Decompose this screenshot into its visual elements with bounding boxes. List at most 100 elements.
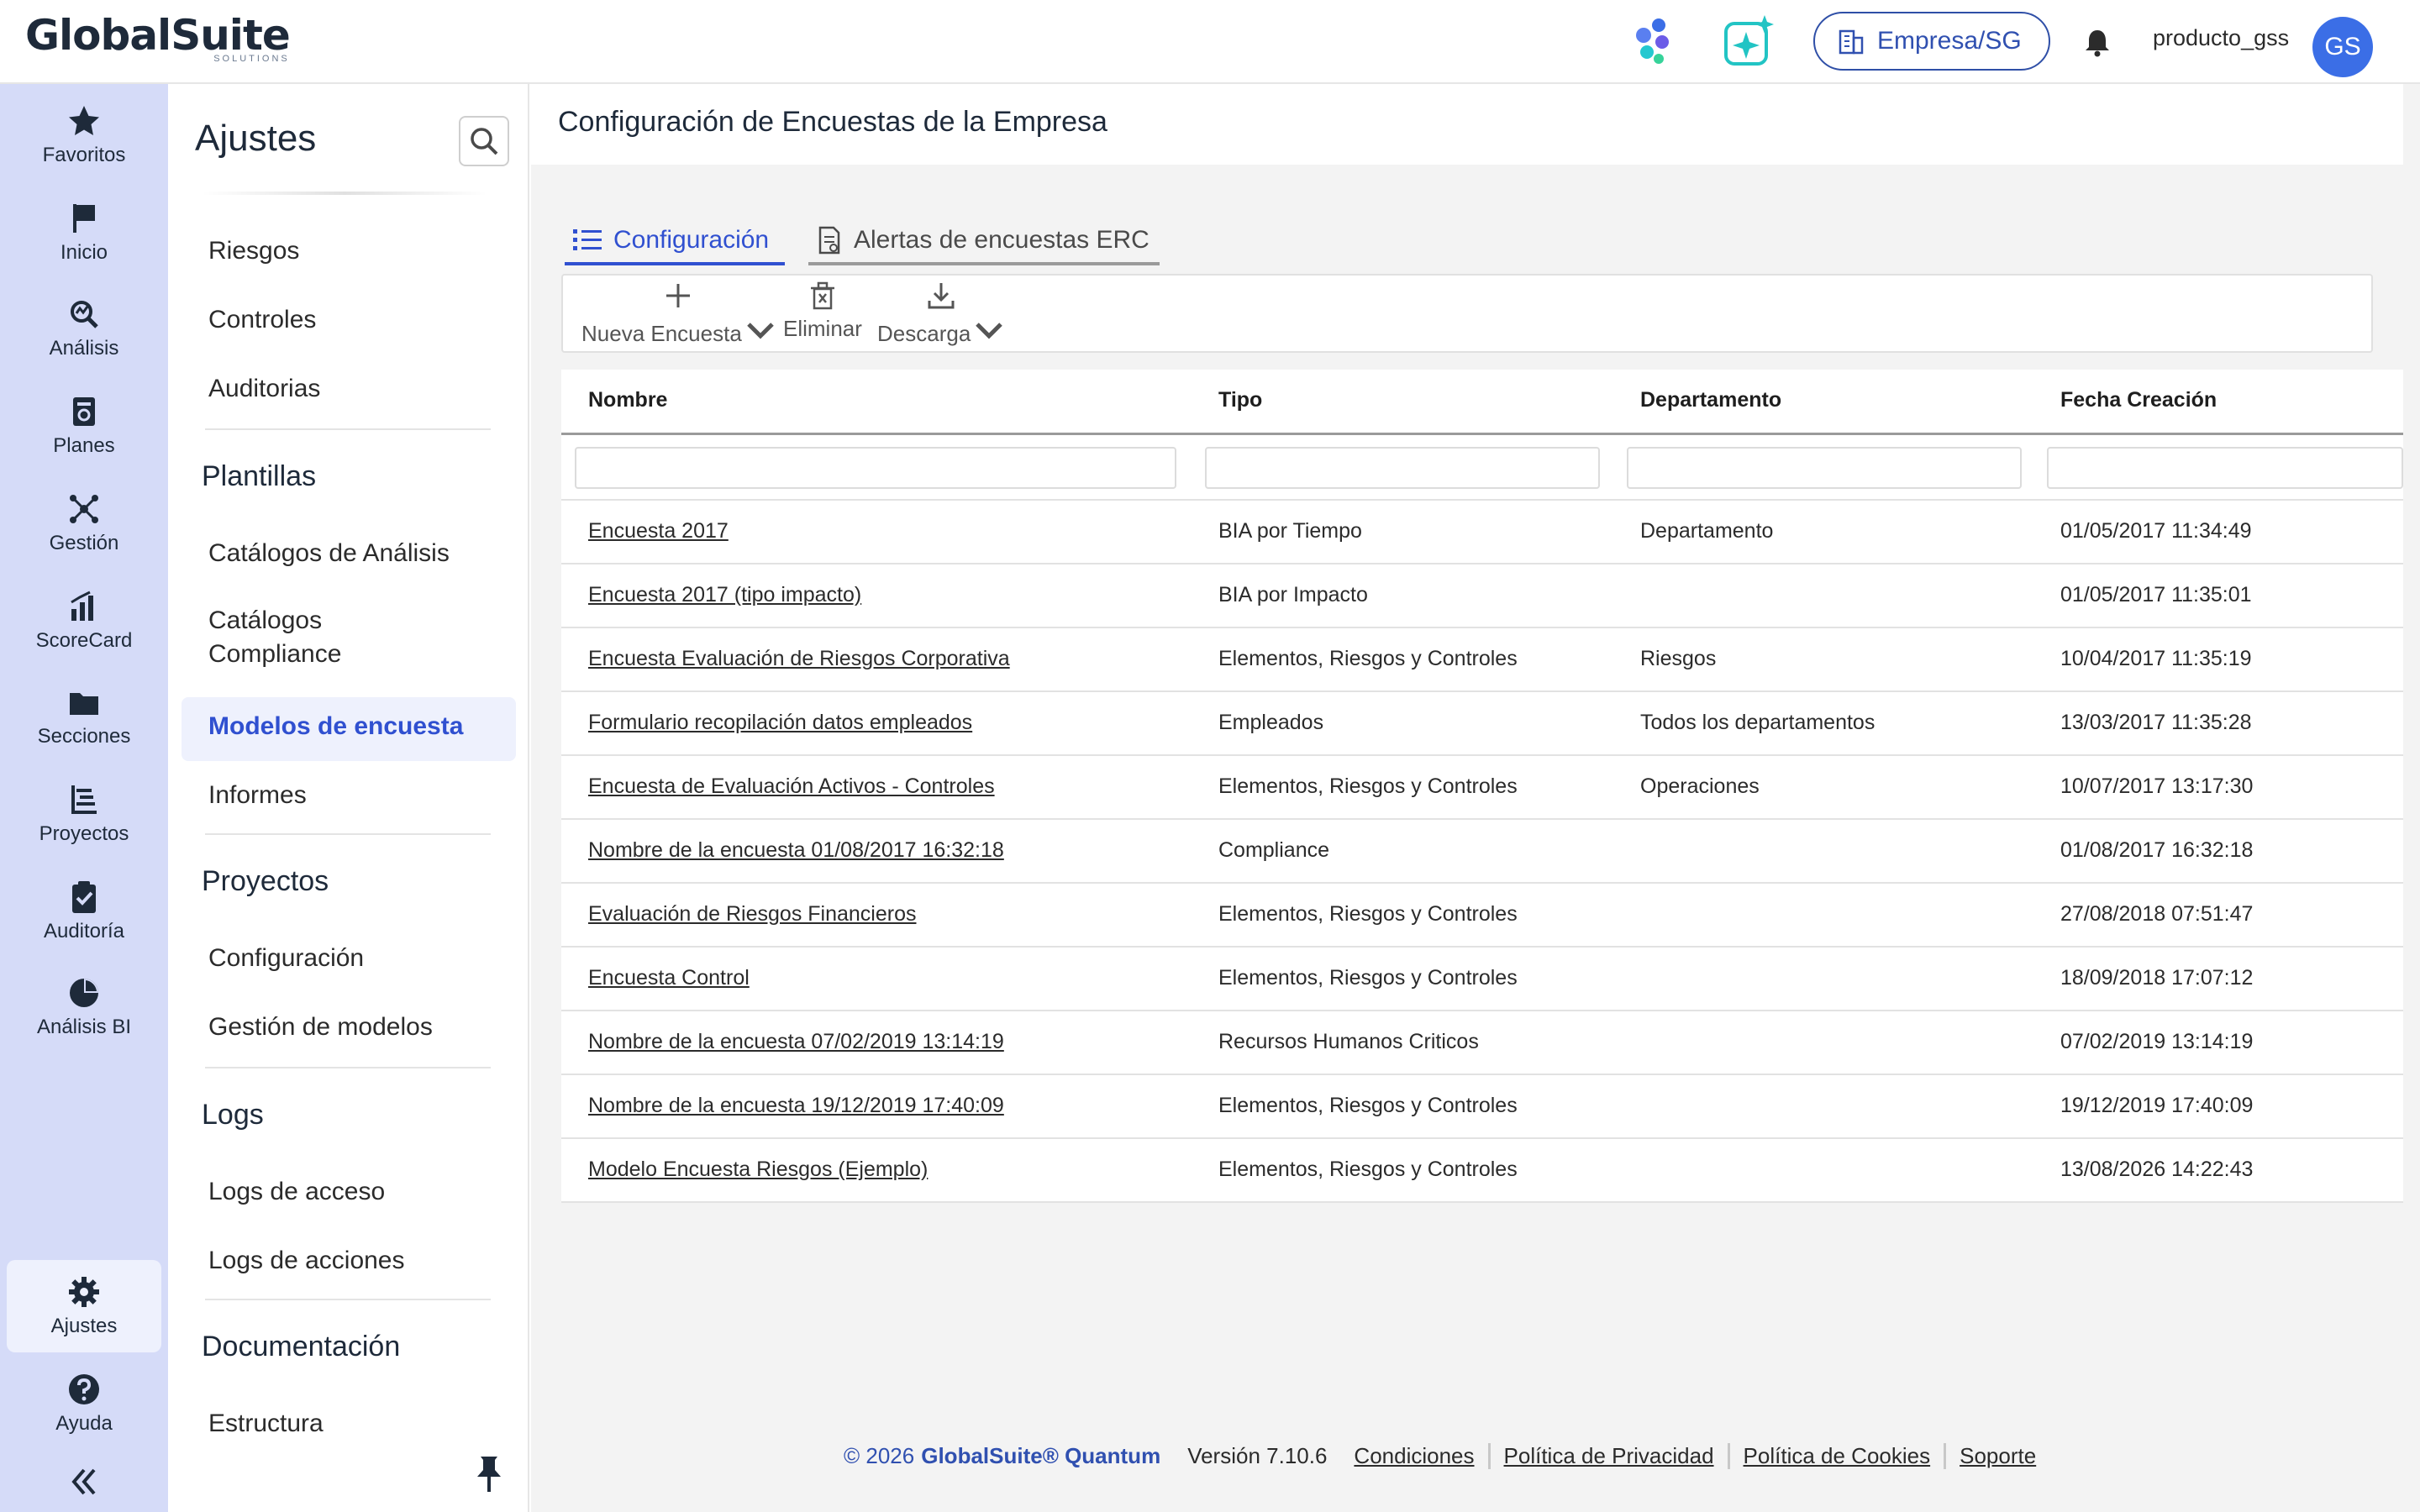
tab-alertas-encuestas[interactable]: Alertas de encuestas ERC <box>808 218 1160 265</box>
bell-icon[interactable] <box>2082 27 2112 57</box>
footer-version: Versión 7.10.6 <box>1187 1443 1328 1468</box>
cell-departamento: Riesgos <box>1640 647 1717 670</box>
table-row[interactable]: Modelo Encuesta Riesgos (Ejemplo) Element… <box>561 1139 2403 1203</box>
collapse-double-chevron-icon[interactable] <box>64 1462 104 1502</box>
cell-fecha: 10/07/2017 13:17:30 <box>2060 774 2254 798</box>
flag-icon <box>73 204 95 233</box>
nav-item-riesgos[interactable]: Riesgos <box>208 237 299 265</box>
gear-icon <box>69 1277 99 1307</box>
survey-name-link[interactable]: Evaluación de Riesgos Financieros <box>588 902 917 927</box>
nav-item-catalogos-compliance[interactable]: Catálogos Compliance <box>208 606 341 669</box>
nav-section-plantillas: Plantillas <box>202 460 317 492</box>
column-header-fecha[interactable]: Fecha Creación <box>2060 388 2217 412</box>
table-row[interactable]: Nombre de la encuesta 19/12/2019 17:40:0… <box>561 1075 2403 1139</box>
rail-item-auditoria[interactable]: Auditoría <box>7 865 161 958</box>
survey-name-link[interactable]: Formulario recopilación datos empleados <box>588 711 972 735</box>
rail-item-gestion[interactable]: Gestión <box>7 477 161 570</box>
cell-tipo: Elementos, Riesgos y Controles <box>1218 1158 1518 1181</box>
apps-molecule-icon[interactable] <box>1625 13 1681 69</box>
cell-fecha: 07/02/2019 13:14:19 <box>2060 1030 2254 1053</box>
footer-link-condiciones[interactable]: Condiciones <box>1340 1443 1487 1469</box>
rail-item-analisis-bi[interactable]: Análisis BI <box>7 961 161 1053</box>
survey-name-link[interactable]: Nombre de la encuesta 07/02/2019 13:14:1… <box>588 1030 1004 1054</box>
cell-fecha: 19/12/2019 17:40:09 <box>2060 1094 2254 1117</box>
survey-name-link[interactable]: Encuesta de Evaluación Activos - Control… <box>588 774 995 799</box>
nav-search-button[interactable] <box>459 116 509 166</box>
pie-chart-icon <box>70 979 98 1007</box>
nav-item-label-line1: Catálogos <box>208 606 323 634</box>
rail-item-planes[interactable]: Planes <box>7 380 161 472</box>
table-row[interactable]: Encuesta Evaluación de Riesgos Corporati… <box>561 628 2403 692</box>
footer-link-soporte[interactable]: Soporte <box>1944 1443 2049 1469</box>
new-survey-button[interactable]: Nueva Encuesta <box>581 281 776 351</box>
company-selector-button[interactable]: Empresa/SG <box>1813 12 2050 71</box>
username[interactable]: producto_gss <box>2153 25 2289 51</box>
rail-item-ajustes[interactable]: Ajustes <box>7 1260 161 1352</box>
survey-name-link[interactable]: Nombre de la encuesta 19/12/2019 17:40:0… <box>588 1094 1004 1118</box>
footer: © 2026 GlobalSuite® Quantum Versión 7.10… <box>844 1443 2049 1469</box>
table-row[interactable]: Formulario recopilación datos empleados E… <box>561 692 2403 756</box>
cell-fecha: 01/08/2017 16:32:18 <box>2060 838 2254 862</box>
download-button[interactable]: Descarga <box>877 281 1004 351</box>
nav-item-modelos-encuesta[interactable]: Modelos de encuesta <box>208 712 463 741</box>
survey-name-link[interactable]: Nombre de la encuesta 01/08/2017 16:32:1… <box>588 838 1004 863</box>
filter-input-nombre[interactable] <box>575 447 1176 489</box>
plans-icon <box>73 397 95 426</box>
rail-item-inicio[interactable]: Inicio <box>7 186 161 279</box>
table-row[interactable]: Encuesta de Evaluación Activos - Control… <box>561 756 2403 820</box>
table-row[interactable]: Nombre de la encuesta 01/08/2017 16:32:1… <box>561 820 2403 884</box>
tab-label: Alertas de encuestas ERC <box>854 226 1150 254</box>
footer-link-cookies[interactable]: Política de Cookies <box>1727 1443 1944 1469</box>
table-row[interactable]: Encuesta Control Elementos, Riesgos y Con… <box>561 948 2403 1011</box>
table-row[interactable]: Evaluación de Riesgos Financieros Element… <box>561 884 2403 948</box>
column-header-departamento[interactable]: Departamento <box>1640 388 1781 412</box>
logo-text: GlobalSuite <box>25 11 291 60</box>
rail-item-analisis[interactable]: Análisis <box>7 282 161 375</box>
table-row[interactable]: Encuesta 2017 BIA por Tiempo Departamento 0… <box>561 501 2403 564</box>
survey-name-link[interactable]: Encuesta Control <box>588 966 750 990</box>
chevron-down-icon <box>747 323 774 339</box>
nav-section-logs: Logs <box>202 1099 264 1131</box>
survey-name-link[interactable]: Encuesta 2017 (tipo impacto) <box>588 583 861 607</box>
help-icon <box>69 1374 99 1404</box>
rail-item-scorecard[interactable]: ScoreCard <box>7 575 161 667</box>
column-header-nombre[interactable]: Nombre <box>588 388 667 412</box>
pin-icon[interactable] <box>472 1453 506 1494</box>
logo[interactable]: GlobalSuite SOLUTIONS <box>25 11 291 64</box>
nav-item-gestion-modelos[interactable]: Gestión de modelos <box>208 1013 433 1042</box>
survey-name-link[interactable]: Modelo Encuesta Riesgos (Ejemplo) <box>588 1158 928 1182</box>
nav-item-catalogos-analisis[interactable]: Catálogos de Análisis <box>208 539 450 568</box>
delete-button[interactable]: Eliminar <box>783 281 862 342</box>
avatar[interactable]: GS <box>2312 17 2373 77</box>
survey-name-link[interactable]: Encuesta 2017 <box>588 519 729 543</box>
management-icon <box>70 495 98 523</box>
nav-item-logs-acciones[interactable]: Logs de acciones <box>208 1247 405 1275</box>
new-survey-label: Nueva Encuesta <box>581 320 742 346</box>
rail-item-proyectos[interactable]: Proyectos <box>7 768 161 860</box>
column-header-tipo[interactable]: Tipo <box>1218 388 1262 412</box>
plus-icon <box>666 284 691 307</box>
rail-item-favoritos[interactable]: Favoritos <box>7 89 161 181</box>
footer-link-privacidad[interactable]: Política de Privacidad <box>1487 1443 1728 1469</box>
filter-input-departamento[interactable] <box>1627 447 2022 489</box>
table-row[interactable]: Nombre de la encuesta 07/02/2019 13:14:1… <box>561 1011 2403 1075</box>
nav-item-configuracion[interactable]: Configuración <box>208 944 364 973</box>
filter-input-tipo[interactable] <box>1205 447 1600 489</box>
survey-name-link[interactable]: Encuesta Evaluación de Riesgos Corporati… <box>588 647 1010 671</box>
nav-item-informes[interactable]: Informes <box>208 781 307 810</box>
nav-item-estructura[interactable]: Estructura <box>208 1410 324 1438</box>
clipboard-check-icon <box>72 881 96 913</box>
rail-item-ayuda[interactable]: Ayuda <box>7 1357 161 1450</box>
cell-tipo: BIA por Impacto <box>1218 583 1368 606</box>
cell-fecha: 18/09/2018 17:07:12 <box>2060 966 2254 990</box>
nav-item-logs-acceso[interactable]: Logs de acceso <box>208 1178 385 1206</box>
nav-item-controles[interactable]: Controles <box>208 306 316 334</box>
ai-assistant-icon[interactable] <box>1721 13 1776 69</box>
filter-row <box>561 435 2403 501</box>
table-row[interactable]: Encuesta 2017 (tipo impacto) BIA por Impa… <box>561 564 2403 628</box>
nav-item-auditorias[interactable]: Auditorias <box>208 375 320 403</box>
tab-label: Configuración <box>613 226 770 254</box>
rail-item-secciones[interactable]: Secciones <box>7 670 161 763</box>
filter-input-fecha[interactable] <box>2047 447 2403 489</box>
tab-configuracion[interactable]: Configuración <box>565 218 785 265</box>
